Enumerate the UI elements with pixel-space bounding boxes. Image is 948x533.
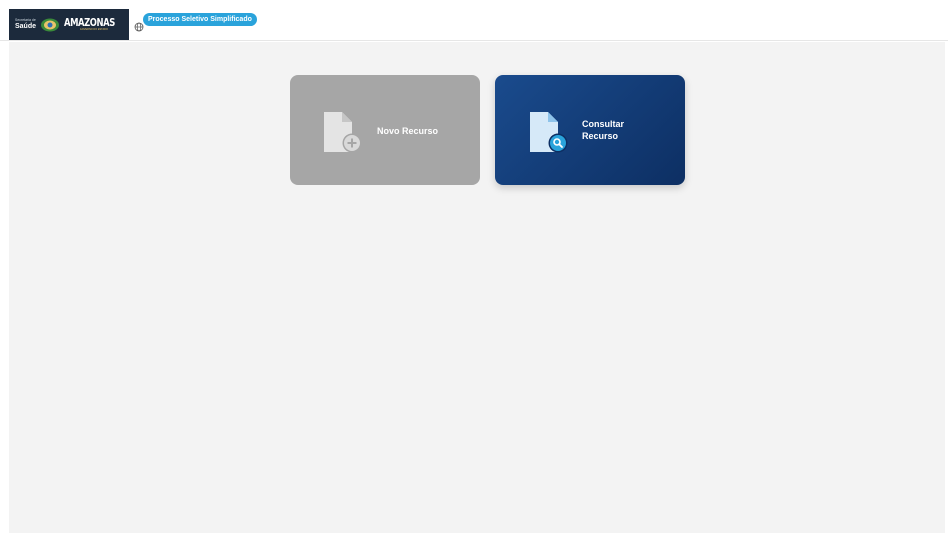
consultar-recurso-label: Consultar Recurso [582, 119, 625, 141]
processo-seletivo-badge[interactable]: Processo Seletivo Simplificado [143, 13, 257, 26]
document-add-icon [322, 110, 364, 156]
logo-state-tagline: GOVERNO DO ESTADO [79, 28, 108, 32]
amazonas-saude-logo[interactable]: Secretaria de Saúde AMAZONAS GOVERNO DO … [9, 9, 129, 40]
top-header: Secretaria de Saúde AMAZONAS GOVERNO DO … [0, 0, 948, 41]
logo-secretaria-big: Saúde [15, 22, 37, 30]
logo-state-name: AMAZONAS [64, 16, 115, 30]
main-content: Novo Recurso Consultar Recurso [9, 42, 945, 533]
document-search-icon [528, 110, 570, 156]
novo-recurso-card[interactable]: Novo Recurso [290, 75, 480, 185]
logo-secretaria: Secretaria de Saúde [15, 19, 36, 30]
amazonas-emblem-icon [40, 17, 60, 33]
logo-state: AMAZONAS GOVERNO DO ESTADO [64, 17, 124, 32]
consultar-recurso-card[interactable]: Consultar Recurso [495, 75, 685, 185]
novo-recurso-label: Novo Recurso [377, 126, 439, 136]
